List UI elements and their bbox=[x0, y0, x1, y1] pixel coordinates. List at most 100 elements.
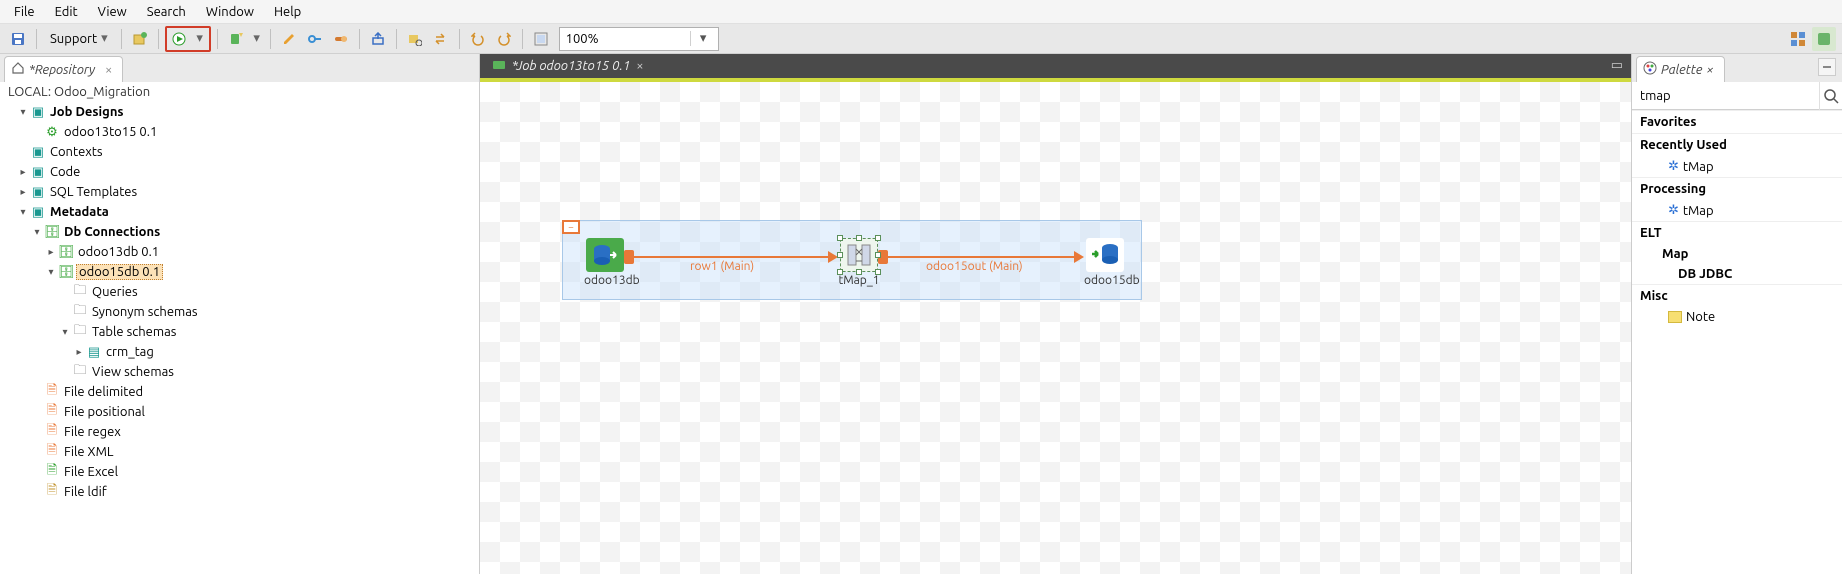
minimize-icon[interactable] bbox=[1818, 58, 1836, 76]
subjob-collapse-icon[interactable]: – bbox=[562, 220, 580, 234]
find-component-icon[interactable] bbox=[403, 27, 427, 51]
search-icon[interactable] bbox=[1819, 82, 1842, 110]
zoom-dropdown-icon[interactable]: ▾ bbox=[690, 31, 716, 46]
run-dropdown-icon[interactable]: ▾ bbox=[191, 27, 209, 51]
menu-view[interactable]: View bbox=[88, 2, 137, 22]
save-icon[interactable] bbox=[6, 27, 30, 51]
tree-queries[interactable]: 🗀Queries bbox=[2, 282, 479, 302]
tree-code[interactable]: ▸▣Code bbox=[2, 162, 479, 182]
component-odoo13db[interactable]: odoo13db bbox=[584, 238, 626, 287]
link-odoo15out[interactable] bbox=[886, 256, 1074, 258]
chevron-down-icon[interactable]: ▾ bbox=[58, 326, 72, 338]
layout-icon[interactable] bbox=[529, 27, 553, 51]
folder-icon: ▣ bbox=[30, 104, 46, 120]
palette-search-input[interactable] bbox=[1632, 89, 1819, 103]
tree-synonym-schemas[interactable]: 🗀Synonym schemas bbox=[2, 302, 479, 322]
canvas-tab[interactable]: *Job odoo13to15 0.1 × bbox=[484, 54, 652, 79]
menu-search[interactable]: Search bbox=[137, 2, 196, 22]
close-icon[interactable]: × bbox=[105, 63, 112, 77]
palette-tab-label: Palette bbox=[1661, 63, 1702, 77]
minimize-icon[interactable]: ▭ bbox=[1611, 58, 1623, 73]
menu-window[interactable]: Window bbox=[196, 2, 264, 22]
code-icon: ▣ bbox=[30, 164, 46, 180]
zoom-input[interactable] bbox=[560, 32, 690, 46]
tree-metadata[interactable]: ▾▣Metadata bbox=[2, 202, 479, 222]
component-label: odoo13db bbox=[584, 274, 626, 287]
tree-view-schemas[interactable]: 🗀View schemas bbox=[2, 362, 479, 382]
close-icon[interactable]: × bbox=[1706, 63, 1713, 77]
support-dropdown[interactable]: Support▾ bbox=[43, 27, 115, 51]
chevron-down-icon[interactable]: ▾ bbox=[16, 106, 30, 118]
undo-icon[interactable] bbox=[466, 27, 490, 51]
chevron-down-icon[interactable]: ▾ bbox=[30, 226, 44, 238]
menubar: File Edit View Search Window Help bbox=[0, 0, 1842, 24]
redo-icon[interactable] bbox=[492, 27, 516, 51]
folder-icon: 🗀 bbox=[72, 364, 88, 380]
tree-db-connections[interactable]: ▾🗄Db Connections bbox=[2, 222, 479, 242]
palette-item-tmap-processing[interactable]: ✲tMap bbox=[1632, 200, 1842, 221]
component-odoo15db[interactable]: odoo15db bbox=[1084, 238, 1126, 287]
zoom-combo[interactable]: ▾ bbox=[559, 27, 719, 51]
tree-odoo15db[interactable]: ▾🗄odoo15db 0.1 bbox=[2, 262, 479, 282]
folder-icon: 🗀 bbox=[72, 324, 88, 340]
palette-icon bbox=[1643, 61, 1657, 78]
repository-tab[interactable]: *Repository × bbox=[4, 56, 123, 82]
palette-tab[interactable]: Palette × bbox=[1636, 56, 1725, 82]
palette-item-db-jdbc[interactable]: DB JDBC bbox=[1632, 264, 1842, 284]
tree-file-regex[interactable]: 🗎File regex bbox=[2, 422, 479, 442]
key-icon[interactable] bbox=[303, 27, 327, 51]
chevron-right-icon[interactable]: ▸ bbox=[16, 186, 30, 198]
exchange-icon[interactable] bbox=[429, 27, 453, 51]
palette-elt[interactable]: ELT bbox=[1632, 221, 1842, 244]
palette-recently-used[interactable]: Recently Used bbox=[1632, 133, 1842, 156]
chevron-right-icon[interactable]: ▸ bbox=[16, 166, 30, 178]
close-icon[interactable]: × bbox=[636, 59, 643, 73]
palette-item-note[interactable]: Note bbox=[1632, 307, 1842, 327]
chevron-right-icon[interactable]: ▸ bbox=[72, 346, 86, 358]
export-icon[interactable] bbox=[366, 27, 390, 51]
folder-icon: 🗀 bbox=[72, 284, 88, 300]
chevron-right-icon[interactable]: ▸ bbox=[44, 246, 58, 258]
table-icon: ▤ bbox=[86, 344, 102, 360]
link-row1[interactable] bbox=[632, 256, 828, 258]
canvas-tab-label: *Job odoo13to15 0.1 bbox=[512, 59, 630, 73]
perspective-icon-2[interactable] bbox=[1812, 27, 1836, 51]
menu-help[interactable]: Help bbox=[264, 2, 311, 22]
tree-file-ldif[interactable]: 🗎File ldif bbox=[2, 482, 479, 502]
perspective-icon-1[interactable] bbox=[1786, 27, 1810, 51]
db-output-icon bbox=[1086, 238, 1124, 272]
palette-item-tmap-recent[interactable]: ✲tMap bbox=[1632, 156, 1842, 177]
tree-file-delimited[interactable]: 🗎File delimited bbox=[2, 382, 479, 402]
tree-table-schemas[interactable]: ▾🗀Table schemas bbox=[2, 322, 479, 342]
job-canvas[interactable]: – row1 (Main) odoo15out (Main) odoo13db bbox=[480, 82, 1631, 574]
menu-edit[interactable]: Edit bbox=[45, 2, 88, 22]
tree-job-odoo13to15[interactable]: ⚙odoo13to15 0.1 bbox=[2, 122, 479, 142]
folder-icon: 🗀 bbox=[72, 304, 88, 320]
create-dropdown-icon[interactable]: ▾ bbox=[250, 27, 264, 51]
tree-file-positional[interactable]: 🗎File positional bbox=[2, 402, 479, 422]
tree-job-designs[interactable]: ▾▣Job Designs bbox=[2, 102, 479, 122]
create-icon[interactable] bbox=[224, 27, 248, 51]
tree-file-excel[interactable]: 🗎File Excel bbox=[2, 462, 479, 482]
new-project-icon[interactable] bbox=[128, 27, 152, 51]
tree-odoo13db[interactable]: ▸🗄odoo13db 0.1 bbox=[2, 242, 479, 262]
run-button-group: ▾ bbox=[165, 26, 211, 52]
tree-contexts[interactable]: ▣Contexts bbox=[2, 142, 479, 162]
toggle-icon[interactable] bbox=[329, 27, 353, 51]
chevron-down-icon[interactable]: ▾ bbox=[16, 206, 30, 218]
note-icon bbox=[1668, 311, 1682, 323]
palette-misc[interactable]: Misc bbox=[1632, 284, 1842, 307]
menu-file[interactable]: File bbox=[4, 2, 45, 22]
tree-sql-templates[interactable]: ▸▣SQL Templates bbox=[2, 182, 479, 202]
run-icon[interactable] bbox=[167, 27, 191, 51]
tree-crm-tag[interactable]: ▸▤crm_tag bbox=[2, 342, 479, 362]
job-icon: ⚙ bbox=[44, 124, 60, 140]
palette-favorites[interactable]: Favorites bbox=[1632, 110, 1842, 133]
tree-file-xml[interactable]: 🗎File XML bbox=[2, 442, 479, 462]
chevron-down-icon[interactable]: ▾ bbox=[44, 266, 58, 278]
palette-processing[interactable]: Processing bbox=[1632, 177, 1842, 200]
component-label: tMap_1 bbox=[838, 274, 880, 287]
component-tmap[interactable]: tMap_1 bbox=[838, 238, 880, 287]
edit-icon[interactable] bbox=[277, 27, 301, 51]
palette-item-map[interactable]: Map bbox=[1632, 244, 1842, 264]
